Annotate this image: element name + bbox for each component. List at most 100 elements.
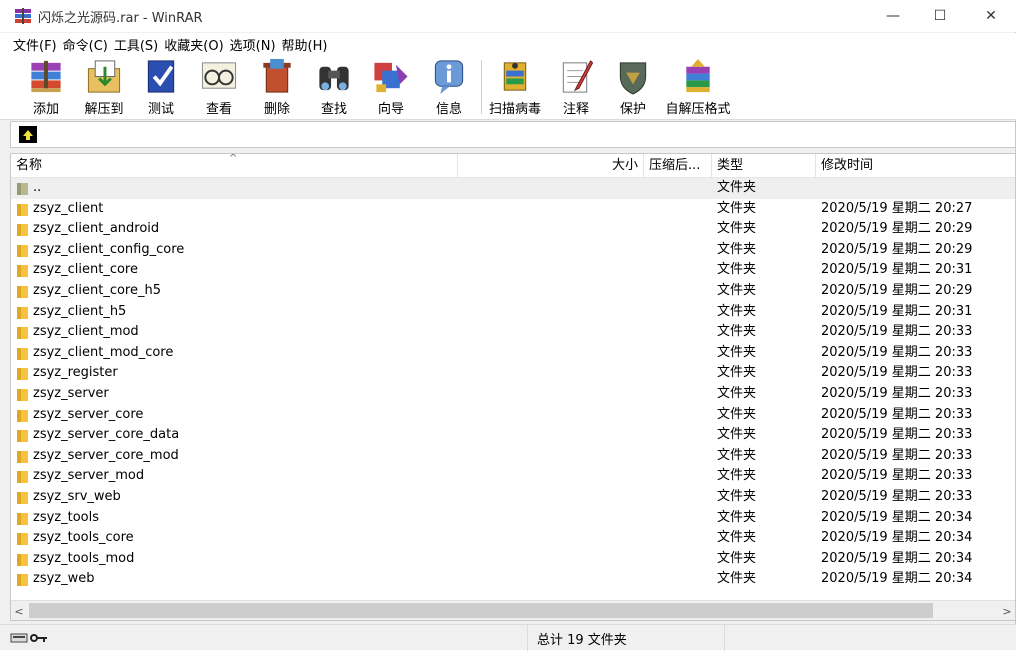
minimize-icon: — [886,8,900,24]
view-icon [201,62,237,89]
column-type[interactable]: 类型 [712,154,816,178]
find-button[interactable]: 查找 [309,57,359,117]
table-row[interactable]: zsyz_client_h5 文件夹 2020/5/19 星期二 20:31 [11,302,1015,323]
table-row[interactable]: zsyz_client_core_h5 文件夹 2020/5/19 星期二 20:2… [11,281,1015,302]
protect-icon [619,62,647,95]
find-icon [319,66,349,91]
table-row[interactable]: zsyz_web 文件夹 2020/5/19 星期二 20:34 [11,569,1015,590]
virus-scan-icon [503,62,527,91]
horizontal-scrollbar[interactable]: < > [11,600,1015,620]
folder-icon [17,553,28,566]
row-modified: 2020/5/19 星期二 20:34 [821,530,973,546]
menu-file[interactable]: 文件(F) [0,33,63,54]
row-type: 文件夹 [717,550,757,566]
table-row[interactable]: zsyz_server_core_mod 文件夹 2020/5/19 星期二 20:… [11,446,1015,467]
menu-favorites[interactable]: 收藏夹(O) [164,33,229,54]
table-row[interactable]: zsyz_server_core 文件夹 2020/5/19 星期二 20:33 [11,405,1015,426]
chevron-left-icon: < [14,604,24,618]
column-packed[interactable]: 压缩后... [644,154,712,178]
folder-icon [17,327,28,340]
folder-icon [17,388,28,401]
info-button[interactable]: 信息 [424,57,474,117]
virus-scan-button[interactable]: 扫描病毒 [487,57,543,117]
table-row[interactable]: zsyz_client_config_core 文件夹 2020/5/19 星期二 … [11,240,1015,261]
info-icon [434,60,464,95]
scroll-right-button[interactable]: > [999,601,1015,620]
protect-label: 保护 [619,102,646,117]
table-row[interactable]: zsyz_client_core 文件夹 2020/5/19 星期二 20:31 [11,260,1015,281]
table-row[interactable]: zsyz_server_mod 文件夹 2020/5/19 星期二 20:33 [11,466,1015,487]
add-button[interactable]: 添加 [20,57,72,117]
find-label: 查找 [320,102,347,117]
extract-to-icon [87,60,121,93]
column-modified[interactable]: 修改时间 [816,154,1015,178]
row-type: 文件夹 [717,530,757,546]
table-row[interactable]: zsyz_client 文件夹 2020/5/19 星期二 20:27 [11,199,1015,220]
folder-icon [17,409,28,422]
parent-folder-row[interactable]: .. 文件夹 [11,178,1015,199]
row-modified: 2020/5/19 星期二 20:34 [821,550,973,566]
row-type: 文件夹 [717,571,757,587]
status-left-pane [0,625,528,651]
title-bar[interactable]: 闪烁之光源码.rar - WinRAR — ☐ ✕ [0,0,1016,32]
row-type: 文件夹 [717,365,757,381]
scroll-left-button[interactable]: < [11,601,27,620]
minimize-button[interactable]: — [870,0,916,32]
folder-icon [17,265,28,278]
comment-label: 注释 [562,102,589,117]
extract-to-button[interactable]: 解压到 [78,57,130,117]
table-row[interactable]: zsyz_client_mod 文件夹 2020/5/19 星期二 20:33 [11,322,1015,343]
column-size[interactable]: 大小 [458,154,644,178]
menu-command[interactable]: 命令(C) [63,33,114,54]
list-header: 名称 ^ 大小 压缩后... 类型 修改时间 [11,154,1015,178]
scrollbar-thumb[interactable] [29,603,933,618]
row-type: 文件夹 [717,468,757,484]
sfx-button[interactable]: 自解压格式 [664,57,732,117]
table-row[interactable]: zsyz_server_core_data 文件夹 2020/5/19 星期二 20… [11,425,1015,446]
row-modified: 2020/5/19 星期二 20:31 [821,262,973,278]
close-button[interactable]: ✕ [968,0,1014,32]
maximize-button[interactable]: ☐ [917,0,963,32]
toolbar-separator [481,60,482,114]
table-row[interactable]: zsyz_tools 文件夹 2020/5/19 星期二 20:34 [11,508,1015,529]
test-button[interactable]: 测试 [136,57,186,117]
up-arrow-icon [23,129,33,140]
table-row[interactable]: zsyz_server 文件夹 2020/5/19 星期二 20:33 [11,384,1015,405]
table-row[interactable]: zsyz_tools_mod 文件夹 2020/5/19 星期二 20:34 [11,549,1015,570]
table-row[interactable]: zsyz_client_android 文件夹 2020/5/19 星期二 20:2… [11,219,1015,240]
row-type: 文件夹 [717,200,757,216]
wizard-button[interactable]: 向导 [366,57,416,117]
view-label: 查看 [205,102,232,117]
table-row[interactable]: zsyz_register 文件夹 2020/5/19 星期二 20:33 [11,363,1015,384]
folder-icon [17,471,28,484]
folder-icon [17,285,28,298]
menu-tools[interactable]: 工具(S) [114,33,164,54]
file-list[interactable]: 名称 ^ 大小 压缩后... 类型 修改时间 .. 文件夹 zsyz_clien… [10,153,1016,621]
winrar-logo-icon [15,8,31,24]
row-name: zsyz_client_mod_core [33,344,174,360]
column-type-label: 类型 [717,158,744,173]
table-row[interactable]: zsyz_client_mod_core 文件夹 2020/5/19 星期二 20:… [11,343,1015,364]
row-modified: 2020/5/19 星期二 20:33 [821,324,973,340]
row-type: 文件夹 [717,447,757,463]
protect-button[interactable]: 保护 [608,57,658,117]
view-button[interactable]: 查看 [194,57,244,117]
info-label: 信息 [435,102,462,117]
table-row[interactable]: zsyz_srv_web 文件夹 2020/5/19 星期二 20:33 [11,487,1015,508]
row-name: zsyz_server_core_data [33,427,180,443]
row-type: 文件夹 [717,180,757,195]
column-name[interactable]: 名称 ^ [11,154,458,178]
row-name: zsyz_server_mod [33,468,145,484]
row-modified: 2020/5/19 星期二 20:33 [821,447,973,463]
extract-to-label: 解压到 [84,102,124,117]
delete-button[interactable]: 删除 [252,57,302,117]
comment-button[interactable]: 注释 [551,57,601,117]
maximize-icon: ☐ [933,8,947,24]
row-modified: 2020/5/19 星期二 20:33 [821,488,973,504]
table-row[interactable]: zsyz_tools_core 文件夹 2020/5/19 星期二 20:34 [11,528,1015,549]
row-type: 文件夹 [717,509,757,525]
path-bar[interactable] [10,121,1016,148]
menu-help[interactable]: 帮助(H) [282,33,334,54]
menu-options[interactable]: 选项(N) [230,33,282,54]
up-folder-button[interactable] [19,126,37,143]
